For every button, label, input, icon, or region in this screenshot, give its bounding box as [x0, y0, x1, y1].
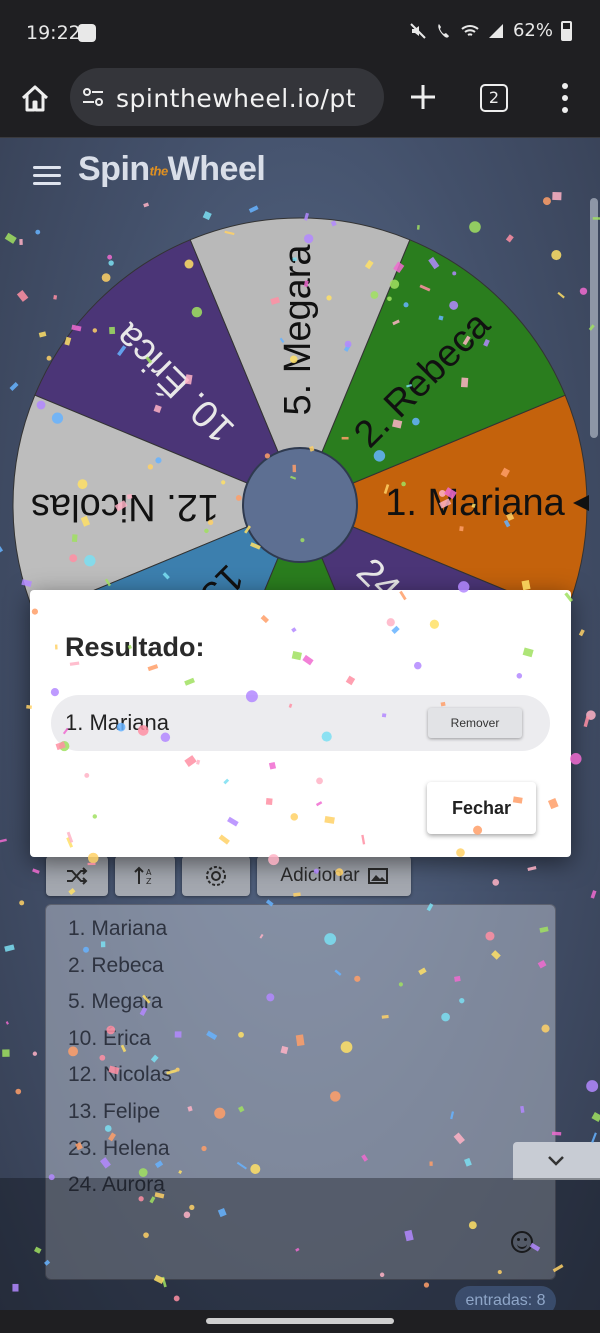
- close-button[interactable]: Fechar: [427, 782, 536, 834]
- dialog-title: Resultado:: [65, 632, 205, 662]
- signal-icon: [488, 23, 503, 38]
- browser-menu-icon[interactable]: [556, 82, 574, 114]
- site-settings-icon[interactable]: [82, 87, 104, 107]
- svg-text:A: A: [146, 868, 152, 877]
- result-name: 1. Mariana: [65, 710, 169, 735]
- battery-percent: 62%: [512, 20, 553, 41]
- status-bar: 19:22 62%: [0, 0, 600, 64]
- wheel-segment-label: 12. Nicolas: [31, 486, 219, 528]
- add-button[interactable]: Adicionar: [257, 856, 411, 896]
- sort-icon: AZ: [134, 866, 152, 886]
- entry-item[interactable]: 13. Felipe: [68, 1100, 555, 1137]
- wifi-icon: [461, 24, 479, 36]
- shuffle-icon: [67, 867, 88, 885]
- remove-button[interactable]: Remover: [428, 708, 522, 738]
- battery-icon: [561, 20, 572, 41]
- entries-list[interactable]: 1. Mariana 2. Rebeca 5. Megara 10. Érica 12.…: [46, 905, 555, 1210]
- shuffle-button[interactable]: [46, 856, 108, 896]
- wheel-pointer: [573, 495, 589, 511]
- home-gesture-handle[interactable]: [206, 1318, 394, 1324]
- wheel-hub[interactable]: [242, 447, 358, 563]
- svg-text:Z: Z: [146, 877, 152, 886]
- scroll-down-button[interactable]: [513, 1142, 600, 1180]
- status-time: 19:22: [26, 22, 81, 44]
- chevron-down-icon: [548, 1156, 564, 1166]
- result-chip: 1. Mariana Remover: [51, 695, 550, 751]
- wheel-segment-label: 5. Megara: [277, 244, 319, 416]
- new-tab-icon[interactable]: [408, 82, 438, 112]
- tab-switcher-button[interactable]: 2: [480, 84, 508, 112]
- status-icons: 62%: [409, 20, 572, 41]
- address-bar[interactable]: spinthewheel.io/pt: [70, 68, 384, 126]
- entry-item[interactable]: 12. Nicolas: [68, 1063, 555, 1100]
- wheel-segment-label: 1. Mariana: [385, 482, 565, 524]
- hamburger-menu-icon[interactable]: [33, 166, 61, 186]
- app-notification-icon: [78, 24, 96, 42]
- gear-icon: [206, 866, 226, 886]
- entry-item[interactable]: 23. Helena: [68, 1137, 555, 1174]
- browser-toolbar: spinthewheel.io/pt 2: [0, 64, 600, 138]
- advanced-settings-button[interactable]: [182, 856, 250, 896]
- entry-item[interactable]: 2. Rebeca: [68, 954, 555, 991]
- url-text[interactable]: spinthewheel.io/pt: [116, 84, 376, 113]
- image-icon: [367, 868, 388, 884]
- sort-button[interactable]: AZ: [115, 856, 175, 896]
- mute-icon: [410, 22, 426, 39]
- entry-item[interactable]: 1. Mariana: [68, 917, 555, 954]
- home-icon[interactable]: [18, 82, 52, 116]
- entry-item[interactable]: 10. Érica: [68, 1027, 555, 1064]
- gesture-nav-bar: [0, 1310, 600, 1333]
- site-logo[interactable]: SpintheWheel: [78, 150, 266, 189]
- add-button-label: Adicionar: [280, 865, 360, 886]
- entry-item[interactable]: 5. Megara: [68, 990, 555, 1027]
- result-dialog: Resultado: 1. Mariana Remover Fechar: [30, 590, 571, 857]
- volte-call-icon: [438, 23, 449, 38]
